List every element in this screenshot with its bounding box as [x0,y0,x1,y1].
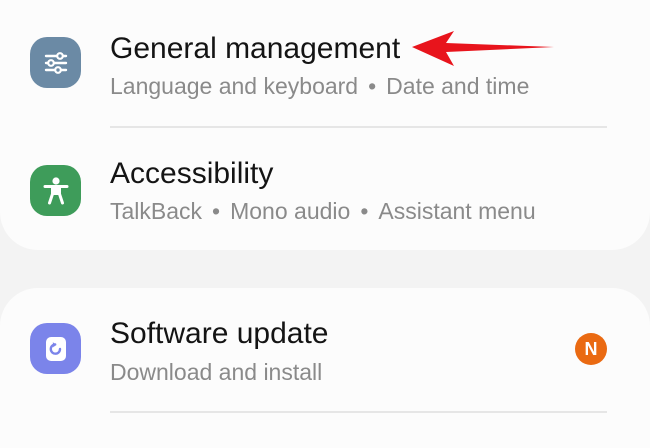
separator-dot: • [368,73,377,99]
subtitle-part: Mono audio [230,198,351,224]
accessibility-title: Accessibility [110,157,274,190]
new-badge: N [575,333,607,365]
accessibility-row[interactable]: Accessibility TalkBack • Mono audio • Assist… [0,128,650,238]
software-update-row[interactable]: Software update Download and install N [0,295,650,405]
subtitle-part: TalkBack [110,198,203,224]
software-update-subtitle: Download and install [110,359,322,386]
subtitle-part: Download and install [110,359,323,385]
separator-dot: • [360,198,369,224]
separator-dot: • [212,198,221,224]
subtitle-part: Language and keyboard [110,73,359,99]
accessibility-subtitle: TalkBack • Mono audio • Assistant menu [110,198,536,225]
general-management-subtitle: Language and keyboard • Date and time [110,73,529,100]
row-divider [110,411,607,413]
subtitle-part: Date and time [386,73,530,99]
red-arrow-icon [412,31,554,66]
sliders-icon [30,37,81,88]
software-update-title: Software update [110,317,329,350]
software-update-icon [30,323,81,374]
general-management-title: General management [110,32,401,65]
accessibility-person-icon [30,165,81,216]
subtitle-part: Assistant menu [378,198,536,224]
